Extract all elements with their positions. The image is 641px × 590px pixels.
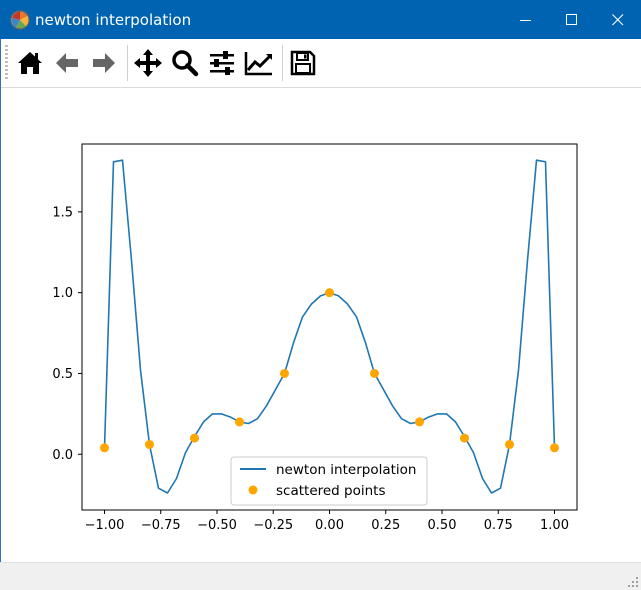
x-tick-label: −0.75 xyxy=(141,518,181,533)
pan-button[interactable] xyxy=(131,45,165,81)
minimize-button[interactable] xyxy=(503,0,549,39)
navigation-toolbar xyxy=(0,39,641,88)
magnifier-icon xyxy=(172,50,199,77)
scatter-point xyxy=(100,443,109,453)
scatter-point xyxy=(235,417,244,427)
move-icon xyxy=(134,49,162,77)
x-tick-label: 0.00 xyxy=(315,518,344,533)
x-tick-label: 0.75 xyxy=(484,518,513,533)
y-tick-label: 0.0 xyxy=(52,448,73,463)
scatter-point xyxy=(280,368,289,378)
scatter-point xyxy=(145,440,154,450)
resize-grip-icon[interactable] xyxy=(627,576,639,588)
scatter-point xyxy=(505,440,514,450)
forward-button[interactable] xyxy=(87,45,121,81)
x-axis: −1.00 −0.75 −0.50 −0.25 0.00 0.25 0.50 0.75 1.00 xyxy=(85,510,569,533)
window-title: newton interpolation xyxy=(35,11,192,29)
x-tick-label: −1.00 xyxy=(85,518,125,533)
scatter-point xyxy=(370,368,379,378)
figure-canvas[interactable]: −1.00 −0.75 −0.50 −0.25 0.00 0.25 0.50 0.75 1.00… xyxy=(0,88,641,562)
close-icon xyxy=(612,13,624,25)
y-tick-label: 1.5 xyxy=(52,205,73,220)
home-icon xyxy=(18,52,42,74)
x-tick-label: 0.50 xyxy=(428,518,457,533)
scatter-point xyxy=(460,433,469,443)
legend-entry-line: newton interpolation xyxy=(276,462,416,478)
close-button[interactable] xyxy=(595,0,641,39)
chart-line-icon xyxy=(244,52,272,76)
x-tick-label: 0.25 xyxy=(371,518,400,533)
scatter-point xyxy=(190,433,199,443)
toolbar-separator xyxy=(127,45,128,81)
status-bar xyxy=(0,562,641,590)
sliders-icon xyxy=(210,51,234,75)
y-tick-label: 1.0 xyxy=(52,286,73,301)
back-button[interactable] xyxy=(50,45,84,81)
home-button[interactable] xyxy=(13,45,47,81)
newton-interpolation-chart: −1.00 −0.75 −0.50 −0.25 0.00 0.25 0.50 0.75 1.00… xyxy=(52,143,578,533)
y-tick-label: 0.5 xyxy=(52,367,73,382)
scatter-point xyxy=(415,417,424,427)
legend-entry-points: scattered points xyxy=(276,483,386,499)
floppy-disk-icon xyxy=(290,50,316,76)
edit-axis-button[interactable] xyxy=(242,45,276,81)
x-tick-label: 1.00 xyxy=(540,518,569,533)
window-titlebar[interactable]: newton interpolation xyxy=(0,0,641,39)
maximize-icon xyxy=(566,13,577,25)
x-tick-label: −0.50 xyxy=(197,518,237,533)
toolbar-grip[interactable] xyxy=(5,45,8,81)
matplotlib-logo-icon xyxy=(10,10,30,30)
legend: newton interpolation scattered points xyxy=(230,456,428,506)
arrow-left-icon xyxy=(56,53,78,73)
scatter-point xyxy=(550,443,559,453)
x-tick-label: −0.25 xyxy=(253,518,293,533)
toolbar-separator xyxy=(282,45,283,81)
subplots-button[interactable] xyxy=(205,45,239,81)
maximize-button[interactable] xyxy=(549,0,595,39)
y-axis: 0.0 0.5 1.0 1.5 xyxy=(52,205,82,463)
arrow-right-icon xyxy=(93,53,115,73)
save-button[interactable] xyxy=(286,45,320,81)
axes-frame xyxy=(81,143,578,511)
series-line-newton-interpolation xyxy=(103,159,556,494)
window-border xyxy=(0,39,1,589)
legend-point-swatch xyxy=(248,485,258,495)
scatter-point xyxy=(325,288,334,298)
zoom-button[interactable] xyxy=(168,45,202,81)
minimize-icon xyxy=(520,19,531,21)
plot-area xyxy=(100,159,559,494)
